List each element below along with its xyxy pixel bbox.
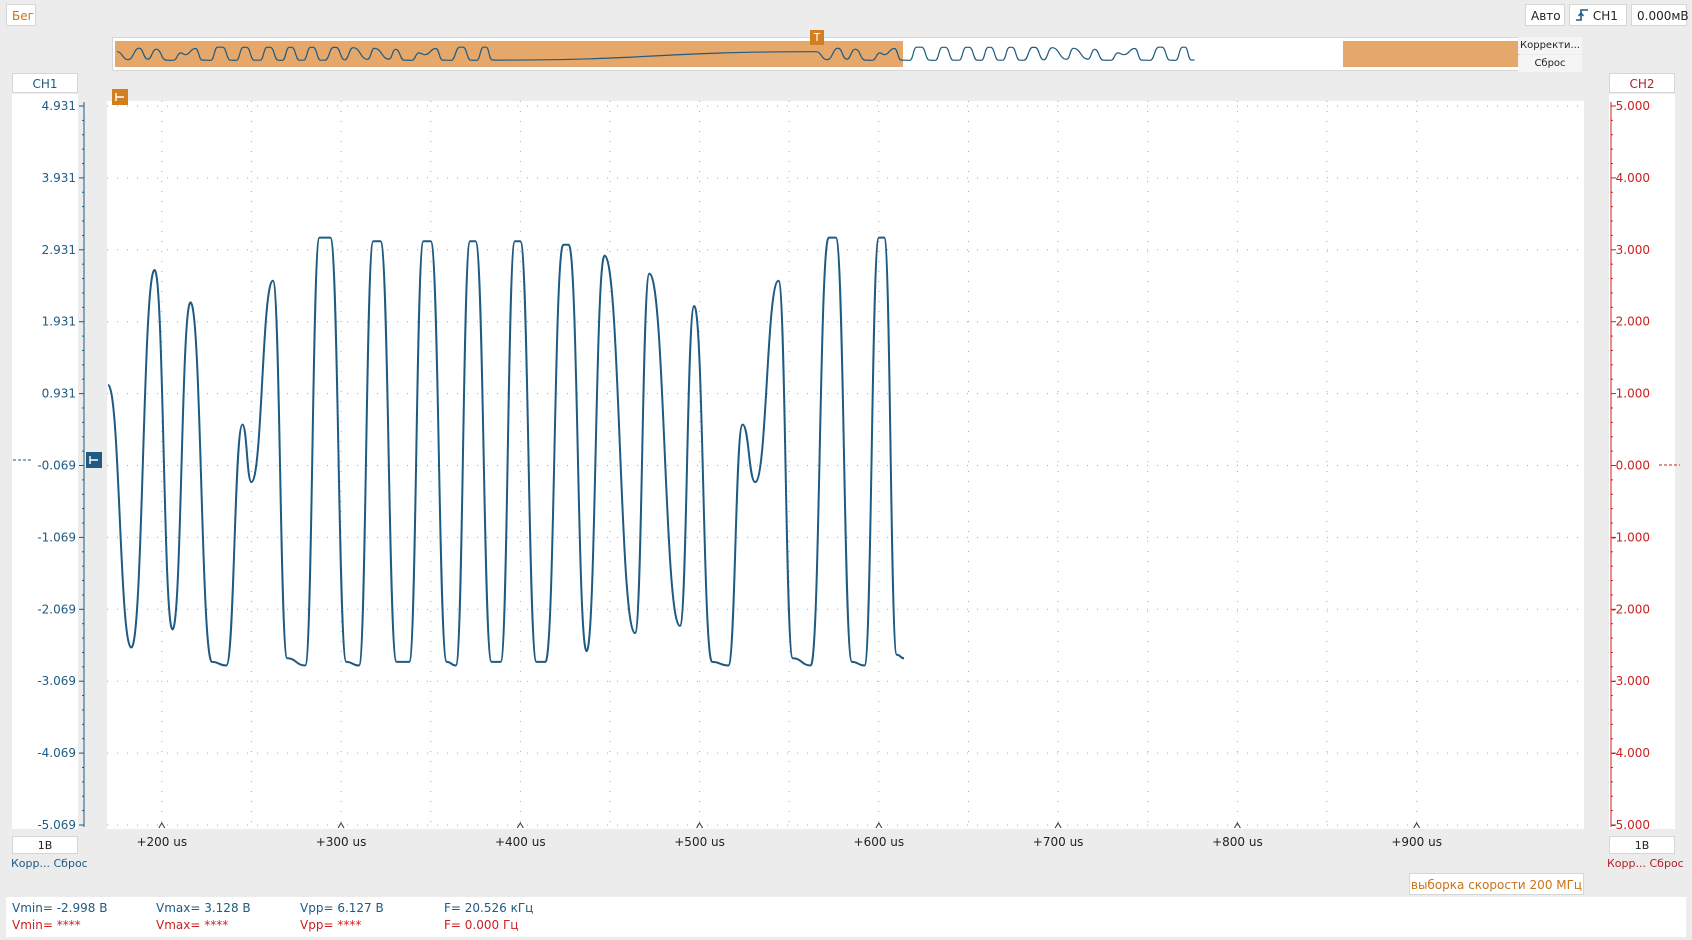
ch2-buttons: Корр... Сброс	[1607, 857, 1684, 870]
time-tick-label: +500 us	[674, 835, 725, 849]
ch2-axis-panel	[1609, 94, 1675, 829]
ch2-vpp: Vpp= ****	[300, 918, 362, 932]
time-tick-label: +800 us	[1212, 835, 1263, 849]
time-tick-label: +200 us	[136, 835, 187, 849]
ch1-ground-marker	[86, 452, 102, 468]
trigger-level-field[interactable]: 0.000мВ	[1631, 4, 1689, 26]
overview-view-window-end	[1343, 41, 1519, 67]
time-tick-label: +700 us	[1033, 835, 1084, 849]
plot-background	[107, 101, 1584, 829]
time-tick-label: +600 us	[854, 835, 905, 849]
ch2-vmax: Vmax= ****	[156, 918, 229, 932]
oscilloscope-plot[interactable]	[107, 101, 1584, 829]
ch1-ground-glyph	[89, 456, 98, 464]
ch1-axis-panel	[12, 94, 78, 829]
trigger-channel-button[interactable]: CH1	[1569, 4, 1627, 26]
trigger-mode-button[interactable]: Авто	[1525, 4, 1565, 26]
ch2-adjust-button[interactable]: Корр...	[1607, 857, 1646, 870]
ch2-reset-button[interactable]: Сброс	[1650, 857, 1684, 870]
ch1-reset-button[interactable]: Сброс	[54, 857, 88, 870]
ch1-vpp: Vpp= 6.127 В	[300, 901, 384, 915]
ch1-vmax: Vmax= 3.128 В	[156, 901, 251, 915]
measurements-panel: Vmin= -2.998 В Vmax= 3.128 В Vpp= 6.127 …	[6, 897, 1686, 937]
run-button[interactable]: Бег	[6, 4, 36, 26]
trigger-channel-label: CH1	[1592, 9, 1618, 23]
ch2-frequency: F= 0.000 Гц	[444, 918, 519, 932]
time-tick-label: +300 us	[316, 835, 367, 849]
ch2-vmin: Vmin= ****	[12, 918, 81, 932]
overview-reset-button[interactable]: Сброс	[1518, 55, 1582, 72]
time-tick-label: +400 us	[495, 835, 546, 849]
trigger-position-marker[interactable]: T	[810, 30, 824, 45]
overview-adjust-button[interactable]: Корректи...	[1518, 37, 1582, 54]
rising-edge-icon	[1576, 9, 1588, 21]
sample-rate-label: выборка скорости 200 МГц	[1409, 873, 1584, 895]
ch1-label: CH1	[12, 73, 78, 93]
overview-view-window	[115, 41, 903, 67]
ch1-buttons: Корр... Сброс	[11, 857, 88, 870]
ch1-volts-per-div[interactable]: 1В	[12, 836, 78, 854]
ch1-adjust-button[interactable]: Корр...	[11, 857, 50, 870]
trigger-level-glyph	[115, 93, 124, 101]
ch1-frequency: F= 20.526 кГц	[444, 901, 534, 915]
ch2-label: CH2	[1609, 73, 1675, 93]
time-tick-label: +900 us	[1391, 835, 1442, 849]
ch1-vmin: Vmin= -2.998 В	[12, 901, 108, 915]
ch2-volts-per-div[interactable]: 1В	[1609, 836, 1675, 854]
